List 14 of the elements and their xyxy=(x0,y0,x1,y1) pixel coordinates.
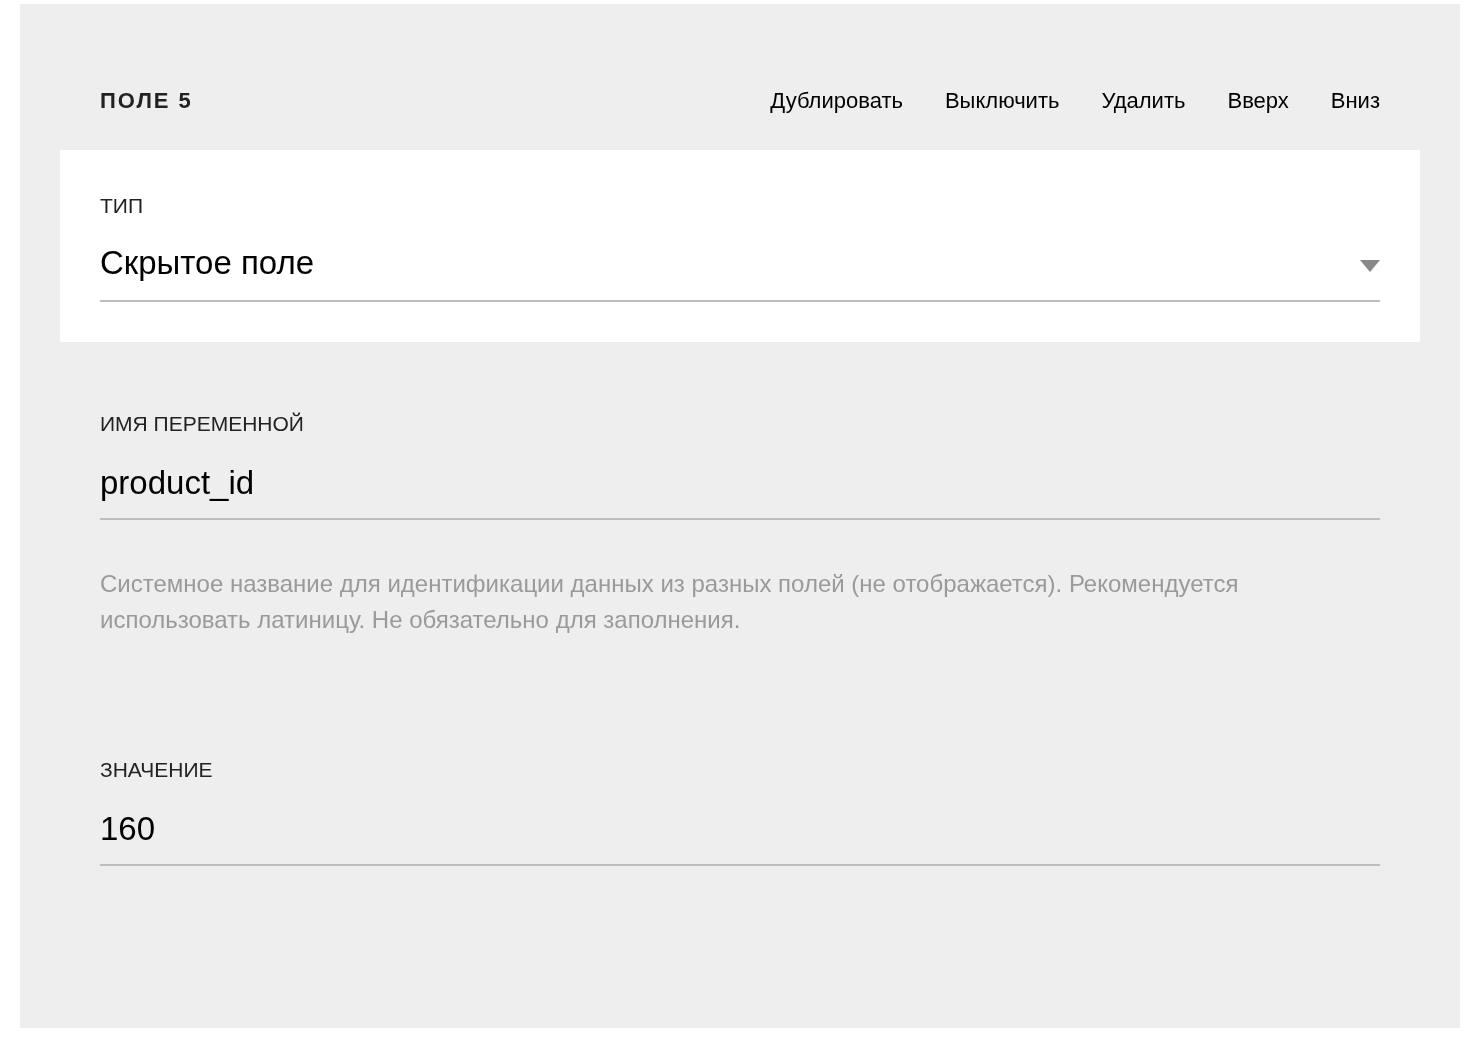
action-link[interactable]: Вниз xyxy=(1330,88,1380,114)
action-link[interactable]: Вверх xyxy=(1227,88,1289,114)
action-link[interactable]: Дублировать xyxy=(770,88,903,114)
text-input-field[interactable]: 160 xyxy=(100,808,1380,866)
type-select[interactable]: Скрытое поле xyxy=(100,244,1380,302)
field-label: ТИП xyxy=(100,194,144,218)
dropdown-caret-icon xyxy=(1360,260,1380,272)
field-label: ИМЯ ПЕРЕМЕННОЙ xyxy=(100,412,305,436)
action-link[interactable]: Выключить xyxy=(944,88,1060,114)
field-label: ЗНАЧЕНИЕ xyxy=(100,758,214,782)
field-hint: Системное название для идентификации данных из разных полей (не отображается). Рекомендуется использовать латиницу. Не обязательно для заполнения. xyxy=(100,569,1240,635)
field-title: ПОЛЕ 5 xyxy=(100,88,193,114)
action-link[interactable]: Удалить xyxy=(1101,88,1186,114)
text-input-field[interactable]: product_id xyxy=(100,462,1380,520)
